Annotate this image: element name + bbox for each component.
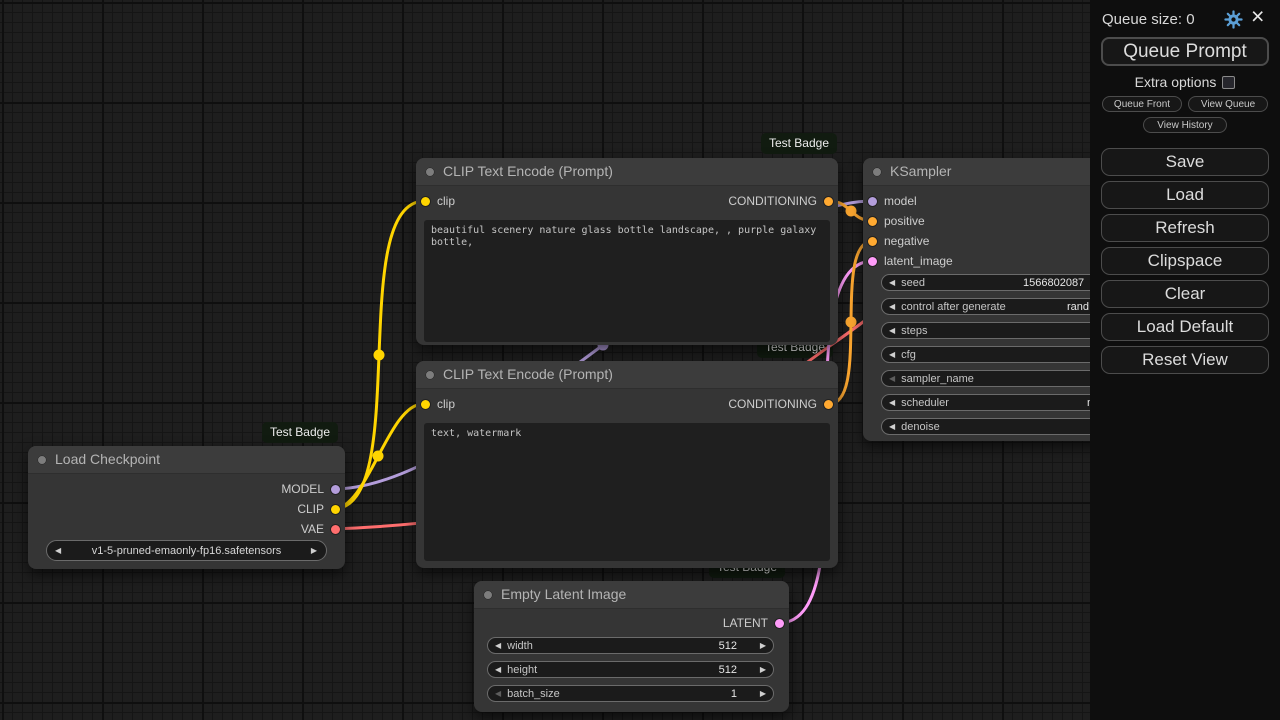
output-slot-clip[interactable]: CLIP bbox=[297, 499, 340, 519]
reset-view-button[interactable]: Reset View bbox=[1101, 346, 1269, 374]
decrement-arrow-icon[interactable]: ◀ bbox=[889, 398, 895, 407]
collapse-dot-icon[interactable] bbox=[872, 167, 882, 177]
prompt-textarea[interactable]: text, watermark bbox=[424, 423, 830, 561]
node-empty-latent-image[interactable]: Empty Latent Image LATENT ◀ width 512 ▶ … bbox=[474, 581, 789, 712]
prev-arrow-icon[interactable]: ◀ bbox=[55, 546, 61, 555]
collapse-dot-icon[interactable] bbox=[483, 590, 493, 600]
node-title: KSampler bbox=[890, 163, 952, 179]
decrement-arrow-icon[interactable]: ◀ bbox=[889, 422, 895, 431]
load-default-button[interactable]: Load Default bbox=[1101, 313, 1269, 341]
wire-midpoint-dot bbox=[372, 450, 384, 462]
wire-clip-1 bbox=[331, 199, 427, 511]
node-clip-text-encode-positive[interactable]: CLIP Text Encode (Prompt) clip CONDITION… bbox=[416, 158, 838, 345]
view-history-button[interactable]: View History bbox=[1143, 117, 1227, 133]
conditioning-output-dot[interactable] bbox=[824, 399, 833, 409]
width-widget[interactable]: ◀ width 512 ▶ bbox=[487, 637, 774, 654]
node-title: CLIP Text Encode (Prompt) bbox=[443, 163, 613, 179]
queue-prompt-button[interactable]: Queue Prompt bbox=[1101, 37, 1269, 66]
model-input-dot[interactable] bbox=[868, 196, 877, 206]
clip-input-dot[interactable] bbox=[421, 196, 430, 206]
decrement-arrow-icon[interactable]: ◀ bbox=[889, 374, 895, 383]
input-slot-model[interactable]: model bbox=[868, 191, 917, 211]
queue-size-label: Queue size: 0 bbox=[1102, 11, 1195, 28]
collapse-dot-icon[interactable] bbox=[425, 370, 435, 380]
decrement-arrow-icon[interactable]: ◀ bbox=[889, 350, 895, 359]
next-arrow-icon[interactable]: ▶ bbox=[311, 546, 317, 555]
negative-input-dot[interactable] bbox=[868, 236, 877, 246]
decrement-arrow-icon[interactable]: ◀ bbox=[889, 326, 895, 335]
load-button[interactable]: Load bbox=[1101, 181, 1269, 209]
queue-front-button[interactable]: Queue Front bbox=[1102, 96, 1182, 112]
node-title: Empty Latent Image bbox=[501, 586, 627, 602]
increment-arrow-icon[interactable]: ▶ bbox=[760, 665, 766, 674]
clear-button[interactable]: Clear bbox=[1101, 280, 1269, 308]
node-title: CLIP Text Encode (Prompt) bbox=[443, 366, 613, 382]
batch-size-widget[interactable]: ◀ batch_size 1 ▶ bbox=[487, 685, 774, 702]
model-output-dot[interactable] bbox=[331, 484, 340, 494]
settings-gear-icon[interactable] bbox=[1224, 10, 1243, 29]
node-header[interactable]: CLIP Text Encode (Prompt) bbox=[416, 158, 838, 186]
input-slot-clip[interactable]: clip bbox=[421, 394, 455, 414]
input-slot-negative[interactable]: negative bbox=[868, 231, 929, 251]
clipspace-button[interactable]: Clipspace bbox=[1101, 247, 1269, 275]
output-slot-conditioning[interactable]: CONDITIONING bbox=[728, 191, 833, 211]
extra-options-checkbox[interactable] bbox=[1222, 75, 1236, 89]
conditioning-output-dot[interactable] bbox=[824, 196, 833, 206]
save-button[interactable]: Save bbox=[1101, 148, 1269, 176]
decrement-arrow-icon[interactable]: ◀ bbox=[889, 302, 895, 311]
extra-options-row: Extra options bbox=[1090, 74, 1280, 90]
decrement-arrow-icon[interactable]: ◀ bbox=[495, 641, 501, 650]
wire-clip-2 bbox=[331, 402, 425, 511]
vae-output-dot[interactable] bbox=[331, 524, 340, 534]
node-header[interactable]: Load Checkpoint bbox=[28, 446, 345, 474]
refresh-button[interactable]: Refresh bbox=[1101, 214, 1269, 242]
output-slot-latent[interactable]: LATENT bbox=[723, 613, 784, 633]
decrement-arrow-icon[interactable]: ◀ bbox=[889, 278, 895, 287]
clip-input-dot[interactable] bbox=[421, 399, 430, 409]
height-widget[interactable]: ◀ height 512 ▶ bbox=[487, 661, 774, 678]
output-slot-model[interactable]: MODEL bbox=[281, 479, 340, 499]
input-slot-positive[interactable]: positive bbox=[868, 211, 925, 231]
extra-options-label: Extra options bbox=[1134, 74, 1217, 90]
collapse-dot-icon[interactable] bbox=[37, 455, 47, 465]
node-title: Load Checkpoint bbox=[55, 451, 161, 467]
latent-input-dot[interactable] bbox=[868, 256, 877, 266]
node-header[interactable]: Empty Latent Image bbox=[474, 581, 789, 609]
node-load-checkpoint[interactable]: Load Checkpoint MODEL CLIP VAE ◀ v1-5-pr… bbox=[28, 446, 345, 569]
node-graph-canvas[interactable]: Test Badge Test Badge Test Badge Test Ba… bbox=[0, 0, 1280, 720]
collapse-dot-icon[interactable] bbox=[425, 167, 435, 177]
node-clip-text-encode-negative[interactable]: CLIP Text Encode (Prompt) clip CONDITION… bbox=[416, 361, 838, 568]
input-slot-clip[interactable]: clip bbox=[421, 191, 455, 211]
wire-midpoint-dot bbox=[373, 349, 385, 361]
output-slot-conditioning[interactable]: CONDITIONING bbox=[728, 394, 833, 414]
wire-midpoint-dot bbox=[845, 205, 857, 217]
node-badge: Test Badge bbox=[760, 133, 837, 154]
latent-output-dot[interactable] bbox=[775, 618, 784, 628]
prompt-textarea[interactable]: beautiful scenery nature glass bottle la… bbox=[424, 220, 830, 342]
view-queue-button[interactable]: View Queue bbox=[1188, 96, 1268, 112]
decrement-arrow-icon[interactable]: ◀ bbox=[495, 665, 501, 674]
ckpt-name-widget[interactable]: ◀ v1-5-pruned-emaonly-fp16.safetensors ▶ bbox=[46, 540, 327, 561]
decrement-arrow-icon[interactable]: ◀ bbox=[495, 689, 501, 698]
input-slot-latent-image[interactable]: latent_image bbox=[868, 251, 953, 271]
comfy-menu-panel: Queue size: 0 × Queue Prompt Extra optio… bbox=[1090, 0, 1280, 720]
increment-arrow-icon[interactable]: ▶ bbox=[760, 641, 766, 650]
output-slot-vae[interactable]: VAE bbox=[301, 519, 340, 539]
close-icon[interactable]: × bbox=[1251, 3, 1264, 30]
wire-midpoint-dot bbox=[845, 316, 857, 328]
increment-arrow-icon[interactable]: ▶ bbox=[760, 689, 766, 698]
positive-input-dot[interactable] bbox=[868, 216, 877, 226]
node-header[interactable]: CLIP Text Encode (Prompt) bbox=[416, 361, 838, 389]
clip-output-dot[interactable] bbox=[331, 504, 340, 514]
node-badge: Test Badge bbox=[261, 422, 338, 443]
